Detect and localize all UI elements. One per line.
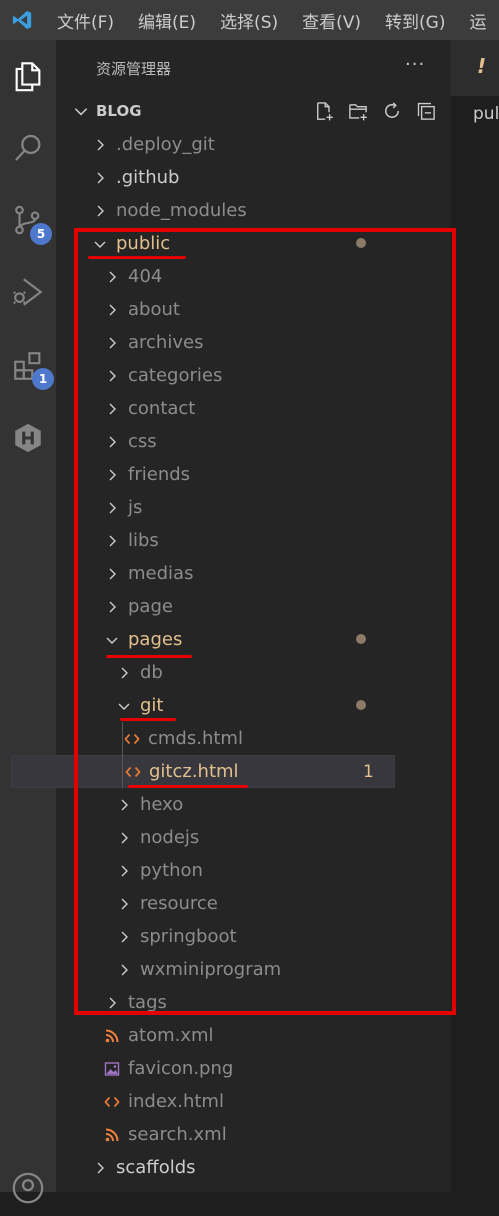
annotation-highlight-box	[74, 228, 456, 1015]
menu-item[interactable]: 查看(V)	[289, 8, 372, 33]
editor-text: pul	[473, 104, 499, 124]
sidebar-title: 资源管理器	[96, 60, 172, 78]
tree-item-label: index.html	[128, 1091, 224, 1112]
tree-item-label: atom.xml	[128, 1025, 214, 1046]
tree-folder-github[interactable]: .github	[0, 161, 395, 194]
chevron-right-icon	[90, 201, 110, 221]
tree-folder-scaffolds[interactable]: scaffolds	[0, 1151, 395, 1184]
chevron-right-icon	[90, 135, 110, 155]
tree-item-label: scaffolds	[116, 1157, 196, 1178]
tree-file-index-html[interactable]: index.html	[0, 1085, 395, 1118]
workspace-name: BLOG	[96, 102, 142, 120]
tree-item-label: search.xml	[128, 1124, 227, 1145]
tree-item-label: favicon.png	[128, 1058, 234, 1079]
menu-item[interactable]: 选择(S)	[207, 8, 289, 33]
refresh-icon[interactable]	[380, 99, 404, 123]
editor-tab[interactable]: !	[451, 40, 499, 96]
menu-bar: 文件(F) 编辑(E) 选择(S) 查看(V) 转到(G) 运	[0, 0, 499, 40]
menu-item[interactable]: 运	[456, 8, 497, 33]
rss-file-icon	[102, 1125, 122, 1145]
tree-item-label: .deploy_git	[116, 134, 215, 155]
image-file-icon	[102, 1059, 122, 1079]
menu-item[interactable]: 编辑(E)	[125, 8, 207, 33]
editor-area[interactable]: pul	[451, 96, 499, 1192]
menu-item[interactable]: 文件(F)	[44, 8, 125, 33]
rss-file-icon	[102, 1026, 122, 1046]
explorer-icon[interactable]	[0, 48, 56, 104]
tree-item-label: .github	[116, 167, 180, 188]
workspace-section-header[interactable]: BLOG	[56, 96, 451, 126]
annotation-underline	[128, 785, 248, 788]
tab-warning-marker: !	[477, 54, 487, 78]
tree-item-label: node_modules	[116, 200, 247, 221]
chevron-right-icon	[90, 1158, 110, 1178]
tree-folder-deploy-git[interactable]: .deploy_git	[0, 128, 395, 161]
annotation-underline	[106, 655, 192, 658]
annotation-underline	[88, 256, 186, 259]
html-file-icon	[102, 1092, 122, 1112]
tree-folder-node-modules[interactable]: node_modules	[0, 194, 395, 227]
tree-file-atom-xml[interactable]: atom.xml	[0, 1019, 395, 1052]
chevron-down-icon	[72, 102, 90, 124]
new-folder-icon[interactable]	[346, 99, 370, 123]
menu-item[interactable]: 转到(G)	[372, 8, 456, 33]
chevron-right-icon	[90, 168, 110, 188]
vscode-logo-icon[interactable]	[0, 0, 44, 40]
tree-file-favicon-png[interactable]: favicon.png	[0, 1052, 395, 1085]
new-file-icon[interactable]	[312, 99, 336, 123]
more-actions-button[interactable]: ···	[405, 54, 425, 75]
annotation-underline	[120, 718, 176, 721]
tree-file-search-xml[interactable]: search.xml	[0, 1118, 395, 1151]
collapse-all-icon[interactable]	[414, 99, 438, 123]
